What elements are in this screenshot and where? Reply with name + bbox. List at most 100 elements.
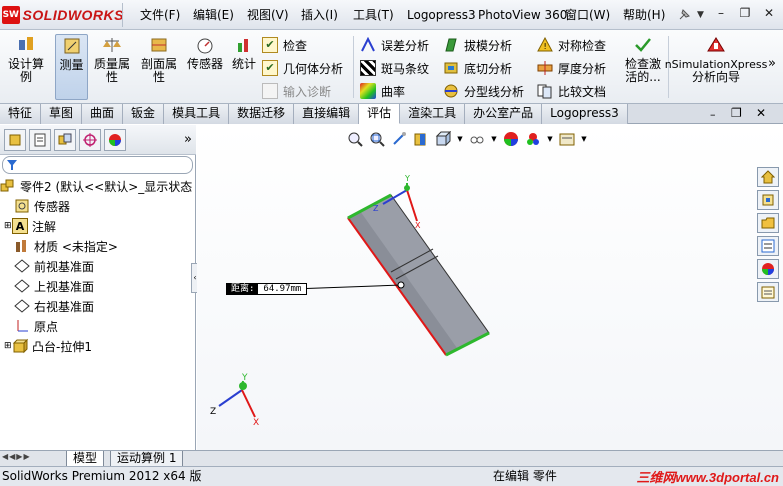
check-label: 检查 (283, 38, 308, 53)
doc-close-button[interactable]: ✕ (756, 106, 766, 120)
doc-minimize-button[interactable]: – (710, 108, 716, 121)
tab-sketch[interactable]: 草图 (41, 104, 83, 124)
menu-view[interactable]: 视图(V) (247, 6, 289, 24)
compare-documents-button[interactable]: 比较文档 (537, 81, 606, 101)
measure-icon (61, 35, 83, 57)
tree-item-boss-extrude[interactable]: ⊞ 凸台-拉伸1 (4, 337, 92, 355)
tab-direct-edit[interactable]: 直接编辑 (294, 104, 360, 124)
chevron-down-icon[interactable]: ▼ (697, 10, 704, 20)
check-button[interactable]: ✔ 检查 (262, 35, 307, 55)
plane-icon (14, 278, 30, 294)
tab-office-products[interactable]: 办公室产品 (465, 104, 543, 124)
section-properties-button[interactable]: 剖面属性 (137, 34, 181, 100)
tab-motion-study-1[interactable]: 运动算例 1 (110, 451, 184, 467)
close-button[interactable]: ✕ (759, 4, 779, 22)
tree-item-top-plane[interactable]: 上视基准面 (14, 277, 94, 295)
measure-callout[interactable]: 距离: 64.97mm (226, 283, 308, 295)
configuration-tab-icon[interactable] (54, 128, 76, 151)
command-manager: 设计算例 测量 质量属性 剖面属性 传感器 统计 ✔ 检查 ✔ 几何体分析 输入… (0, 30, 783, 104)
measure-button[interactable]: 测量 (55, 34, 88, 100)
menu-file[interactable]: 文件(F) (140, 6, 180, 24)
tab-evaluate[interactable]: 评估 (359, 104, 401, 124)
solidworks-logo[interactable]: SW SOLIDWORKS (2, 3, 124, 27)
menu-edit[interactable]: 编辑(E) (193, 6, 234, 24)
pin-icon[interactable] (677, 8, 691, 22)
folder-icon[interactable] (757, 213, 779, 233)
tab-scroll-arrows[interactable]: ◀◀▶▶ (2, 452, 31, 461)
draft-icon (443, 37, 459, 53)
tree-root[interactable]: 零件2 (默认<<默认>_显示状态 (0, 177, 192, 195)
part-face-top (347, 194, 490, 356)
thickness-analysis-label: 厚度分析 (558, 61, 607, 76)
tree-item-material[interactable]: 材质 <未指定> (14, 237, 118, 255)
tab-sheet-metal[interactable]: 钣金 (123, 104, 165, 124)
logo-mark: SW (2, 6, 20, 24)
tree-item-annotations[interactable]: ⊞ A 注解 (4, 217, 56, 235)
tab-features[interactable]: 特征 (0, 104, 42, 124)
tab-surfaces[interactable]: 曲面 (82, 104, 124, 124)
custom-properties-icon[interactable] (757, 282, 779, 302)
gauge-icon (194, 34, 216, 56)
tree-item-origin[interactable]: 原点 (14, 317, 58, 335)
mass-properties-button[interactable]: 质量属性 (90, 34, 134, 100)
tree-item-label: 传感器 (34, 199, 71, 214)
analysis-wizard-label: 分析向导 (691, 70, 740, 84)
menu-photoview[interactable]: PhotoView 360 (478, 6, 567, 24)
mass-properties-label: 质量属性 (93, 57, 130, 84)
expand-icon[interactable]: ⊞ (4, 341, 12, 351)
graphics-area[interactable]: ▼ ▼ ▼ ▼ Z X Y Z X Y 距离: 64.97mm (197, 125, 783, 450)
part-model[interactable] (347, 193, 490, 357)
display-manager-tab-icon[interactable] (104, 128, 126, 151)
geometry-analysis-button[interactable]: ✔ 几何体分析 (262, 58, 343, 78)
svg-text:Y: Y (241, 373, 248, 383)
tab-mold-tools[interactable]: 模具工具 (164, 104, 230, 124)
expand-icon[interactable]: ⊞ (4, 221, 12, 231)
curvature-button[interactable]: 曲率 (360, 81, 405, 101)
restore-button[interactable]: ❐ (735, 4, 755, 22)
draft-analysis-button[interactable]: 拔模分析 (443, 35, 512, 55)
menu-window[interactable]: 窗口(W) (565, 6, 610, 24)
symmetry-check-button[interactable]: ! 对称检查 (537, 35, 606, 55)
tab-logopress3[interactable]: Logopress3 (542, 104, 628, 124)
tree-item-label: 上视基准面 (34, 279, 95, 294)
check-active-button[interactable]: 检查激活的... (623, 34, 663, 100)
sensor-button[interactable]: 传感器 (185, 34, 225, 100)
import-diagnostics-button[interactable]: 输入诊断 (262, 81, 331, 101)
deviation-analysis-button[interactable]: 误差分析 (360, 35, 429, 55)
minimize-button[interactable]: – (711, 4, 731, 22)
appearances-scenes-icon[interactable] (757, 259, 779, 279)
tab-data-migration[interactable]: 数据迁移 (229, 104, 295, 124)
svg-text:Z: Z (210, 407, 216, 417)
simulationxpress-button[interactable]: nSimulationXpress 分析向导 (665, 34, 767, 100)
design-study-button[interactable]: 设计算例 (6, 34, 46, 100)
property-manager-tab-icon[interactable] (29, 128, 51, 151)
menu-tools[interactable]: 工具(T) (353, 6, 394, 24)
feature-tree-tab-icon[interactable] (4, 128, 26, 151)
view-palette-icon[interactable] (757, 236, 779, 256)
undercut-icon (443, 60, 459, 76)
deviation-icon (360, 36, 376, 53)
zebra-stripes-button[interactable]: 斑马条纹 (360, 58, 429, 78)
statistics-button[interactable]: 统计 (229, 34, 259, 100)
undercut-analysis-button[interactable]: 底切分析 (443, 58, 512, 78)
tree-item-right-plane[interactable]: 右视基准面 (14, 297, 94, 315)
design-library-icon[interactable] (757, 190, 779, 210)
tree-item-sensors[interactable]: 传感器 (14, 197, 70, 215)
doc-restore-button[interactable]: ❐ (731, 106, 742, 120)
tree-item-front-plane[interactable]: 前视基准面 (14, 257, 94, 275)
chevron-right-icon[interactable]: » (184, 132, 192, 147)
tree-filter-input[interactable] (2, 156, 193, 174)
menu-logopress3[interactable]: Logopress3 (407, 6, 476, 24)
menu-help[interactable]: 帮助(H) (623, 6, 665, 24)
parting-line-analysis-button[interactable]: 分型线分析 (443, 81, 524, 101)
thickness-analysis-button[interactable]: 厚度分析 (537, 58, 606, 78)
tab-model[interactable]: 模型 (66, 451, 105, 467)
dimxpert-tab-icon[interactable] (79, 128, 101, 151)
tab-render-tools[interactable]: 渲染工具 (400, 104, 466, 124)
measure-callout-label: 距离: (227, 284, 259, 294)
chevron-right-icon[interactable]: » (768, 56, 776, 71)
svg-text:Z: Z (373, 204, 379, 213)
command-tabs: 特征 草图 曲面 钣金 模具工具 数据迁移 直接编辑 评估 渲染工具 办公室产品… (0, 104, 783, 124)
home-icon[interactable] (757, 167, 779, 187)
menu-insert[interactable]: 插入(I) (301, 6, 338, 24)
